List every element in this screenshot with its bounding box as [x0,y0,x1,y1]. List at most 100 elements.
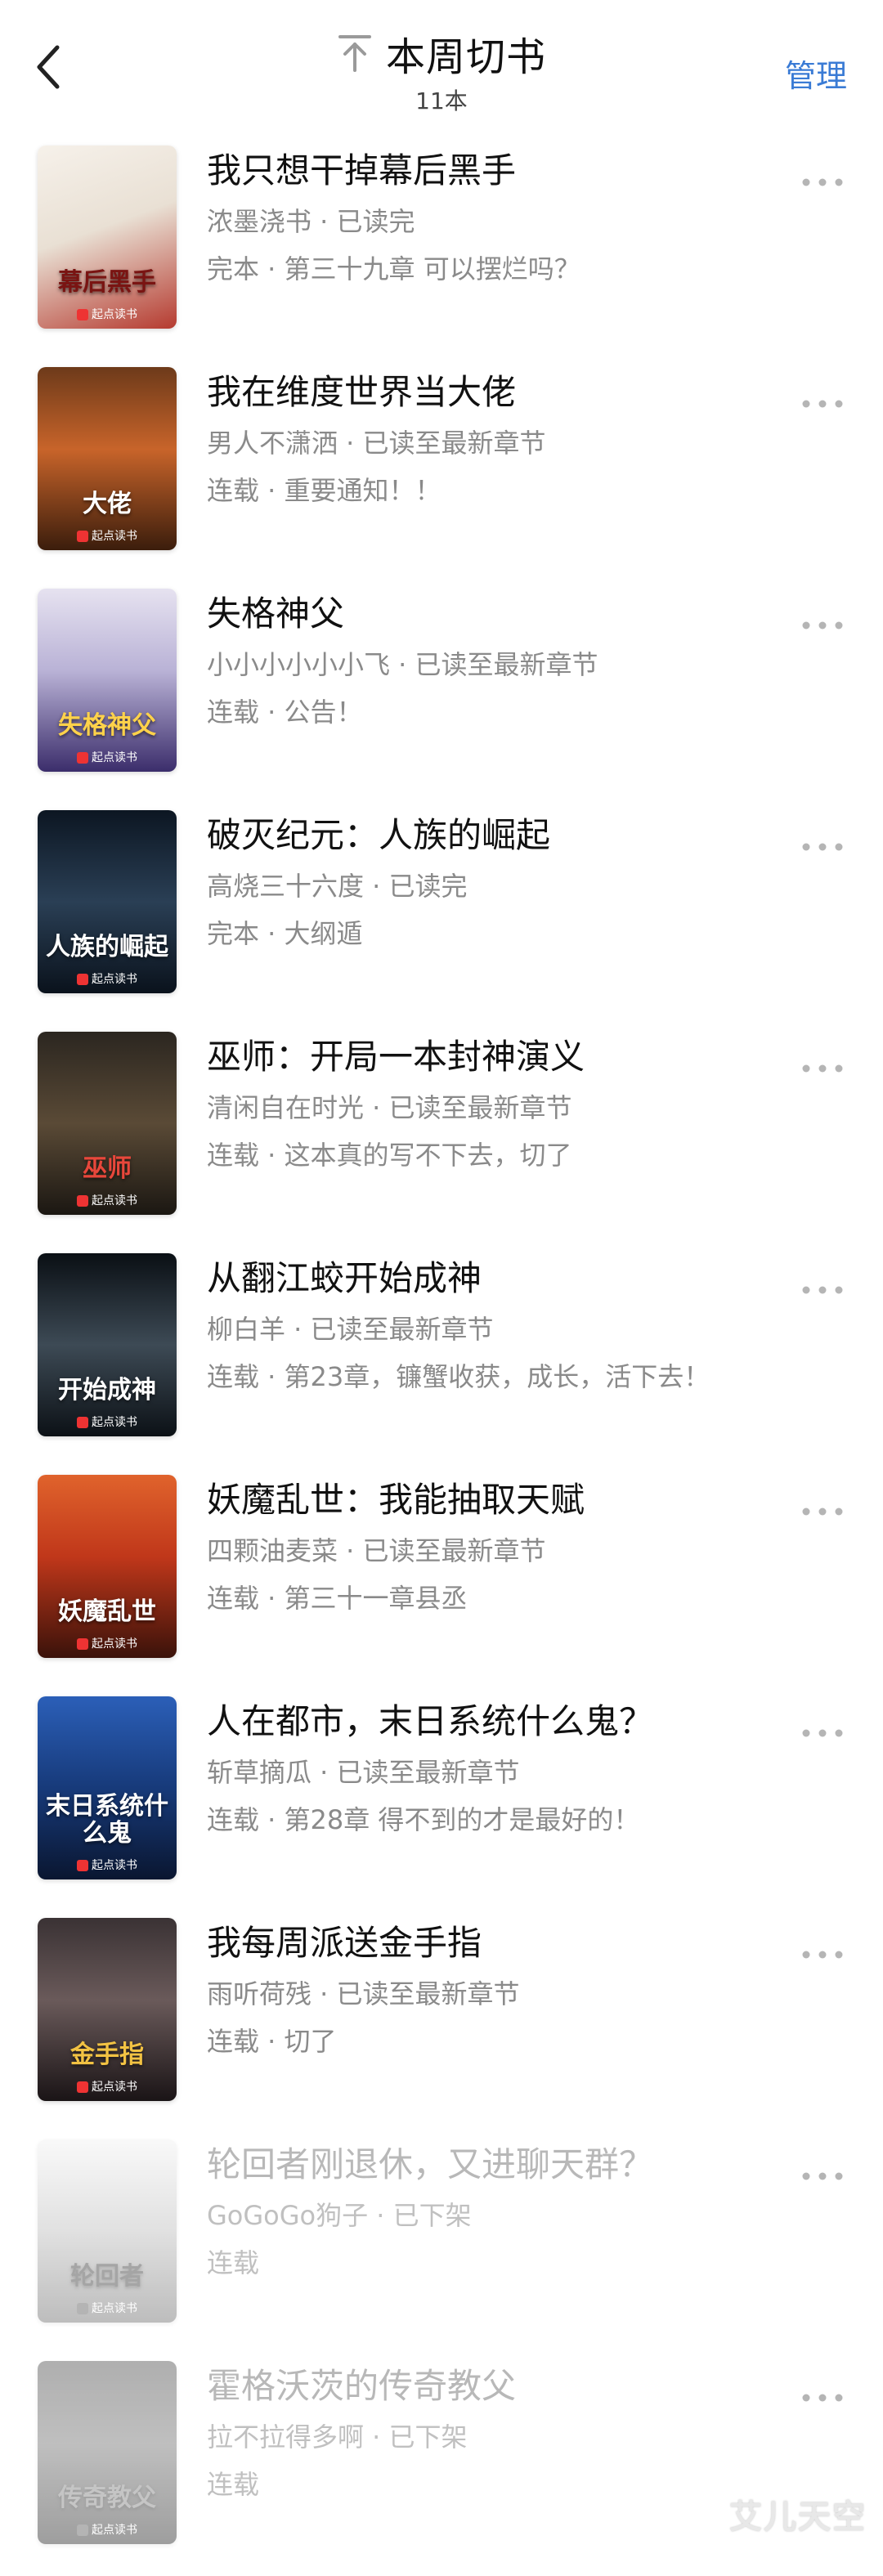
book-title[interactable]: 我每周派送金手指 [207,1923,793,1964]
book-cover[interactable]: 传奇教父 起点读书 [38,2361,177,2544]
book-status: 连载 · 这本真的写不下去，切了 [207,1140,572,1172]
book-title[interactable]: 破灭纪元：人族的崛起 [207,815,793,856]
more-options-button[interactable] [798,170,847,195]
brand-logo-icon [77,309,88,320]
cover-brand-text: 起点读书 [92,973,137,986]
top-bar: 本周切书 11本 管理 [0,0,883,123]
book-meta: 柳白羊 · 已读至最新章节 [207,1314,494,1346]
cover-title-art: 妖魔乱世 [58,1597,156,1626]
book-list-item[interactable]: 妖魔乱世 起点读书 妖魔乱世：我能抽取天赋 四颗油麦菜 · 已读至最新章节 连载… [0,1468,883,1690]
cover-brand-text: 起点读书 [92,1416,137,1429]
book-list-item[interactable]: 轮回者 起点读书 轮回者刚退休，又进聊天群？ GoGoGo狗子 · 已下架 连载 [0,2133,883,2354]
cover-title-art: 失格神父 [58,711,156,740]
cover-brand: 起点读书 [38,749,177,765]
book-info: 失格神父 小小小小小小飞 · 已读至最新章节 连载 · 公告！ [207,594,793,729]
book-meta: 小小小小小小飞 · 已读至最新章节 [207,649,598,681]
more-options-button[interactable] [798,1056,847,1081]
book-cover[interactable]: 金手指 起点读书 [38,1918,177,2101]
cover-title-art: 末日系统什么鬼 [46,1792,168,1848]
cover-brand: 起点读书 [38,1413,177,1430]
brand-logo-icon [77,2081,88,2093]
book-list-item[interactable]: 幕后黑手 起点读书 我只想干掉幕后黑手 浓墨浇书 · 已读完 完本 · 第三十九… [0,139,883,361]
cover-title-art: 巫师 [83,1154,132,1183]
book-list-item[interactable]: 末日系统什么鬼 起点读书 人在都市，末日系统什么鬼？ 斩草摘瓜 · 已读至最新章… [0,1690,883,1911]
cover-brand-text: 起点读书 [92,2081,137,2094]
book-meta: 雨听荷残 · 已读至最新章节 [207,1978,520,2010]
book-list-item[interactable]: 大佬 起点读书 我在维度世界当大佬 男人不潇洒 · 已读至最新章节 连载 · 重… [0,361,883,582]
book-status: 连载 · 第23章，镰蟹收获，成长，活下去！ [207,1361,710,1393]
watermark: 艾儿天空 [729,2498,867,2536]
more-options-button[interactable] [798,1499,847,1524]
book-title[interactable]: 巫师：开局一本封神演义 [207,1037,793,1077]
book-title[interactable]: 我只想干掉幕后黑手 [207,150,793,191]
book-meta: 清闲自在时光 · 已读至最新章节 [207,1092,572,1124]
more-options-button[interactable] [798,1278,847,1302]
book-count: 11本 [415,87,468,114]
cover-title-art: 金手指 [70,2041,144,2069]
book-list-item[interactable]: 开始成神 起点读书 从翻江蛟开始成神 柳白羊 · 已读至最新章节 连载 · 第2… [0,1247,883,1468]
book-list-item[interactable]: 金手指 起点读书 我每周派送金手指 雨听荷残 · 已读至最新章节 连载 · 切了 [0,1911,883,2133]
cover-brand-text: 起点读书 [92,1637,137,1651]
cover-title-art: 人族的崛起 [46,933,168,961]
cover-brand: 起点读书 [38,2078,177,2094]
book-status: 连载 · 重要通知！！ [207,475,441,507]
book-cover[interactable]: 人族的崛起 起点读书 [38,810,177,993]
cover-brand: 起点读书 [38,1857,177,1873]
book-status: 完本 · 大纲遁 [207,918,363,950]
book-cover[interactable]: 轮回者 起点读书 [38,2139,177,2323]
cover-brand-text: 起点读书 [92,1194,137,1207]
book-meta: 浓墨浇书 · 已读完 [207,206,415,238]
brand-logo-icon [77,1638,88,1650]
book-cover[interactable]: 失格神父 起点读书 [38,589,177,772]
more-options-button[interactable] [798,392,847,416]
pin-top-icon [337,33,373,74]
more-options-button[interactable] [798,1721,847,1745]
book-status: 连载 · 第三十一章县丞 [207,1583,468,1615]
more-options-button[interactable] [798,835,847,859]
more-options-button[interactable] [798,613,847,638]
cover-brand: 起点读书 [38,2521,177,2538]
book-cover[interactable]: 开始成神 起点读书 [38,1253,177,1436]
book-status: 连载 · 公告！ [207,697,363,728]
manage-button[interactable]: 管理 [785,51,847,96]
book-cover[interactable]: 大佬 起点读书 [38,367,177,550]
book-title[interactable]: 人在都市，末日系统什么鬼？ [207,1701,793,1742]
book-list-item[interactable]: 传奇教父 起点读书 霍格沃茨的传奇教父 拉不拉得多啊 · 已下架 连载 [0,2354,883,2576]
cover-brand: 起点读书 [38,527,177,544]
book-meta: 斩草摘瓜 · 已读至最新章节 [207,1757,520,1789]
brand-logo-icon [77,1417,88,1428]
book-title[interactable]: 从翻江蛟开始成神 [207,1258,793,1299]
more-dots-icon [798,613,847,638]
book-info: 人在都市，末日系统什么鬼？ 斩草摘瓜 · 已读至最新章节 连载 · 第28章 得… [207,1701,793,1837]
title-area: 本周切书 11本 [0,25,883,116]
book-cover[interactable]: 妖魔乱世 起点读书 [38,1475,177,1658]
book-list-item[interactable]: 人族的崛起 起点读书 破灭纪元：人族的崛起 高烧三十六度 · 已读完 完本 · … [0,804,883,1025]
book-list-item[interactable]: 失格神父 起点读书 失格神父 小小小小小小飞 · 已读至最新章节 连载 · 公告… [0,582,883,804]
book-info: 我只想干掉幕后黑手 浓墨浇书 · 已读完 完本 · 第三十九章 可以摆烂吗？ [207,150,793,286]
book-title[interactable]: 霍格沃茨的传奇教父 [207,2366,793,2407]
book-meta: GoGoGo狗子 · 已下架 [207,2200,472,2232]
more-options-button[interactable] [798,2386,847,2410]
book-info: 妖魔乱世：我能抽取天赋 四颗油麦菜 · 已读至最新章节 连载 · 第三十一章县丞 [207,1480,793,1615]
brand-logo-icon [77,752,88,764]
book-cover[interactable]: 幕后黑手 起点读书 [38,146,177,329]
book-title[interactable]: 轮回者刚退休，又进聊天群？ [207,2144,793,2185]
cover-brand-text: 起点读书 [92,530,137,543]
book-info: 我在维度世界当大佬 男人不潇洒 · 已读至最新章节 连载 · 重要通知！！ [207,372,793,508]
book-cover[interactable]: 末日系统什么鬼 起点读书 [38,1696,177,1879]
book-info: 霍格沃茨的传奇教父 拉不拉得多啊 · 已下架 连载 [207,2366,793,2502]
more-options-button[interactable] [798,1942,847,1967]
more-options-button[interactable] [798,2164,847,2188]
book-status: 连载 [207,2469,260,2501]
book-info: 从翻江蛟开始成神 柳白羊 · 已读至最新章节 连载 · 第23章，镰蟹收获，成长… [207,1258,793,1394]
book-title[interactable]: 妖魔乱世：我能抽取天赋 [207,1480,793,1521]
book-cover[interactable]: 巫师 起点读书 [38,1032,177,1215]
book-info: 我每周派送金手指 雨听荷残 · 已读至最新章节 连载 · 切了 [207,1923,793,2059]
cover-title-art: 幕后黑手 [58,268,156,297]
book-meta: 男人不潇洒 · 已读至最新章节 [207,428,546,459]
book-list-item[interactable]: 巫师 起点读书 巫师：开局一本封神演义 清闲自在时光 · 已读至最新章节 连载 … [0,1025,883,1247]
book-title[interactable]: 失格神父 [207,594,793,634]
book-title[interactable]: 我在维度世界当大佬 [207,372,793,413]
brand-logo-icon [77,1860,88,1871]
more-dots-icon [798,1499,847,1524]
